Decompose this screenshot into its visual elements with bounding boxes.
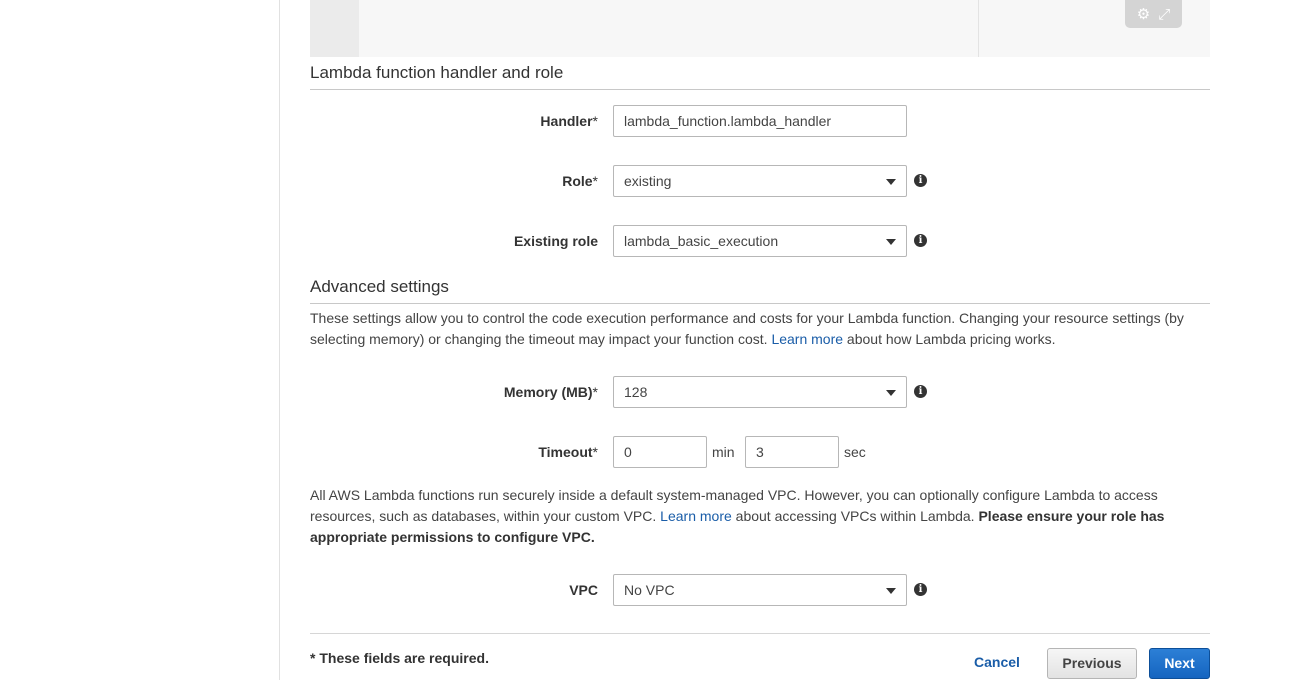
seconds-unit-label: sec (844, 444, 866, 460)
editor-print-margin (978, 0, 979, 57)
cancel-button[interactable]: Cancel (963, 648, 1031, 679)
previous-button[interactable]: Previous (1047, 648, 1137, 679)
role-select-value: existing (624, 173, 672, 189)
code-editor[interactable]: ⚙ ⤢ (310, 0, 1210, 57)
next-button[interactable]: Next (1149, 648, 1210, 679)
minutes-unit-label: min (712, 444, 735, 460)
left-sidebar (0, 0, 280, 680)
role-label: Role* (562, 173, 598, 189)
pricing-learn-more-link[interactable]: Learn more (771, 331, 843, 347)
handler-input[interactable]: lambda_function.lambda_handler (613, 105, 907, 137)
info-icon[interactable]: i (914, 174, 927, 187)
handler-role-section-title: Lambda function handler and role (310, 63, 1210, 90)
gear-icon[interactable]: ⚙ (1137, 7, 1150, 22)
footer-divider (310, 633, 1210, 634)
role-select[interactable]: existing (613, 165, 907, 197)
vpc-select-value: No VPC (624, 582, 675, 598)
info-icon[interactable]: i (914, 385, 927, 398)
advanced-description: These settings allow you to control the … (310, 310, 1184, 347)
vpc-description: All AWS Lambda functions run securely in… (310, 487, 1165, 545)
handler-label: Handler* (540, 113, 598, 129)
chevron-down-icon (886, 588, 896, 594)
vpc-label: VPC (569, 582, 598, 598)
memory-label: Memory (MB)* (503, 384, 598, 400)
timeout-minutes-input[interactable]: 0 (613, 436, 707, 468)
info-icon[interactable]: i (914, 583, 927, 596)
editor-gutter (310, 0, 359, 57)
memory-select-value: 128 (624, 384, 648, 400)
existing-role-label: Existing role (513, 233, 598, 249)
vpc-learn-more-link[interactable]: Learn more (660, 508, 732, 524)
vpc-select[interactable]: No VPC (613, 574, 907, 606)
advanced-settings-title: Advanced settings (310, 277, 1210, 304)
required-fields-note: * These fields are required. (310, 650, 489, 666)
memory-select[interactable]: 128 (613, 376, 907, 408)
timeout-seconds-input[interactable]: 3 (745, 436, 839, 468)
chevron-down-icon (886, 179, 896, 185)
chevron-down-icon (886, 239, 896, 245)
editor-toolbar: ⚙ ⤢ (1125, 0, 1182, 28)
chevron-down-icon (886, 390, 896, 396)
info-icon[interactable]: i (914, 234, 927, 247)
timeout-label: Timeout* (538, 444, 598, 460)
existing-role-select[interactable]: lambda_basic_execution (613, 225, 907, 257)
expand-icon[interactable]: ⤢ (1158, 7, 1170, 22)
existing-role-select-value: lambda_basic_execution (624, 233, 779, 249)
